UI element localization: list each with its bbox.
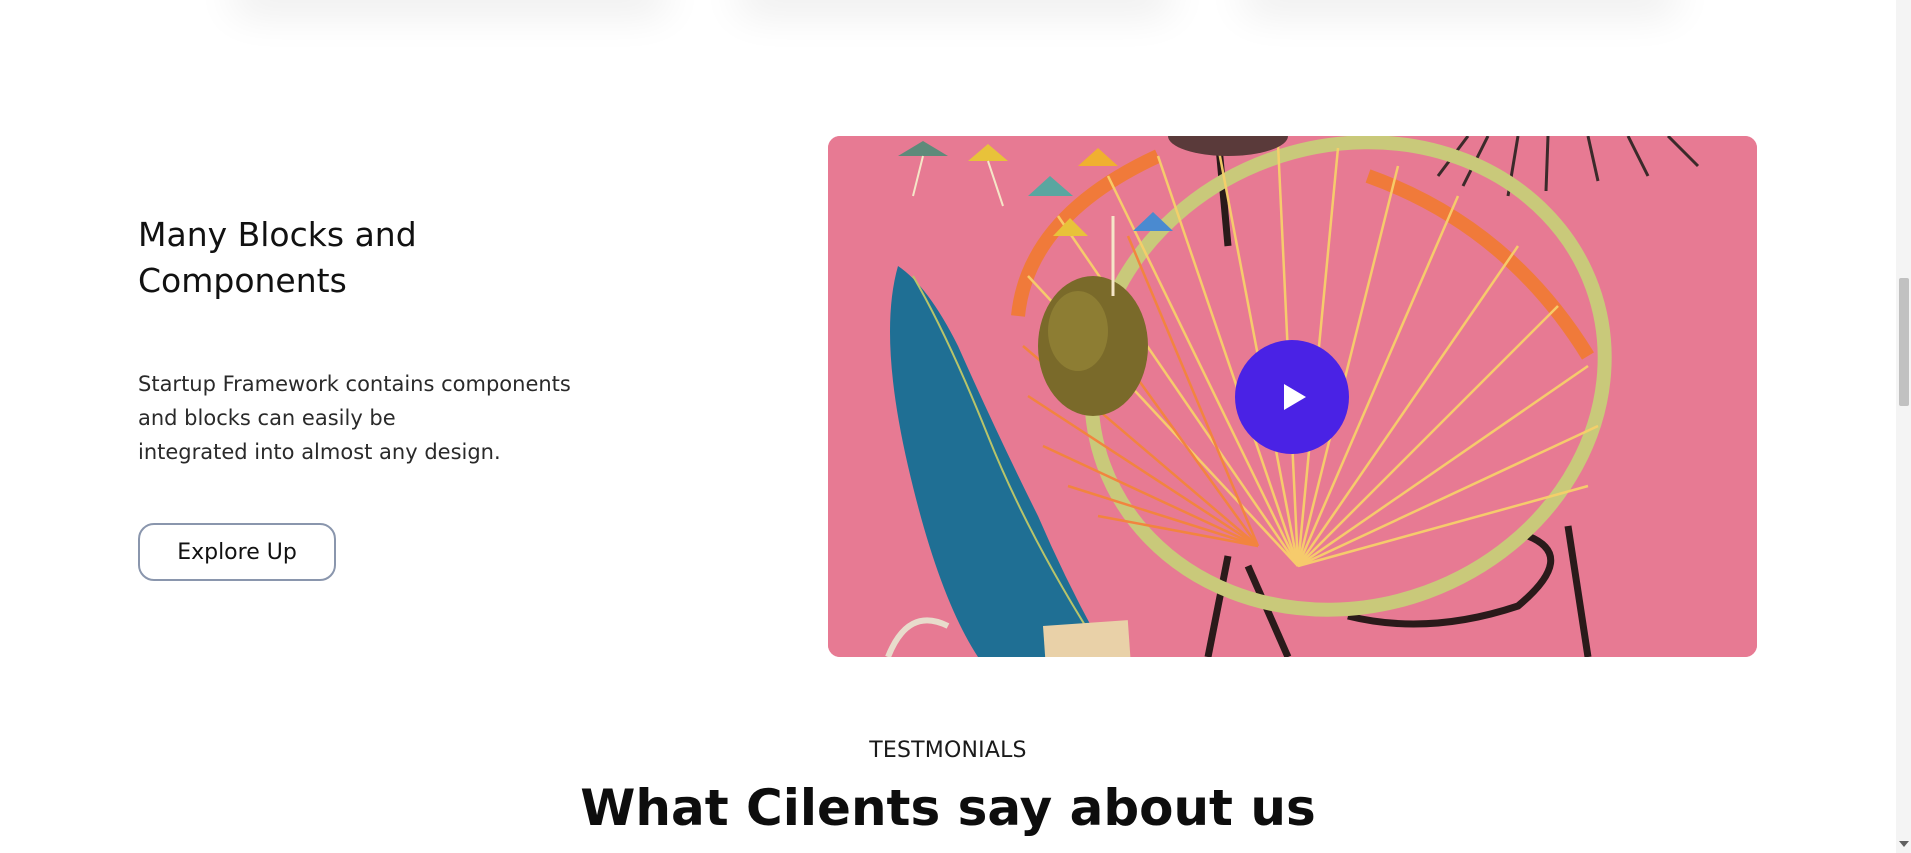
page: Many Blocks and Components Startup Frame… xyxy=(0,0,1911,853)
testimonials-title: What Cilents say about us xyxy=(580,779,1316,837)
feature-description-line: integrated into almost any design. xyxy=(138,440,501,464)
scrollbar-thumb[interactable] xyxy=(1899,278,1909,406)
scroll-down-arrow-icon[interactable] xyxy=(1899,841,1909,847)
play-video-button[interactable] xyxy=(1235,340,1349,454)
feature-title: Many Blocks and Components xyxy=(138,215,417,300)
feature-description: Startup Framework contains components an… xyxy=(138,367,578,469)
scrollbar[interactable] xyxy=(1896,0,1911,853)
feature-description-line: and blocks can easily be xyxy=(138,406,396,430)
feature-description-line: Startup Framework contains components xyxy=(138,372,571,396)
testimonials-eyebrow: TESTMONIALS xyxy=(869,738,1027,763)
play-icon xyxy=(1284,384,1306,410)
explore-up-button[interactable]: Explore Up xyxy=(138,523,336,581)
feature-text: Many Blocks and Components Startup Frame… xyxy=(138,212,598,469)
book xyxy=(1043,620,1131,657)
